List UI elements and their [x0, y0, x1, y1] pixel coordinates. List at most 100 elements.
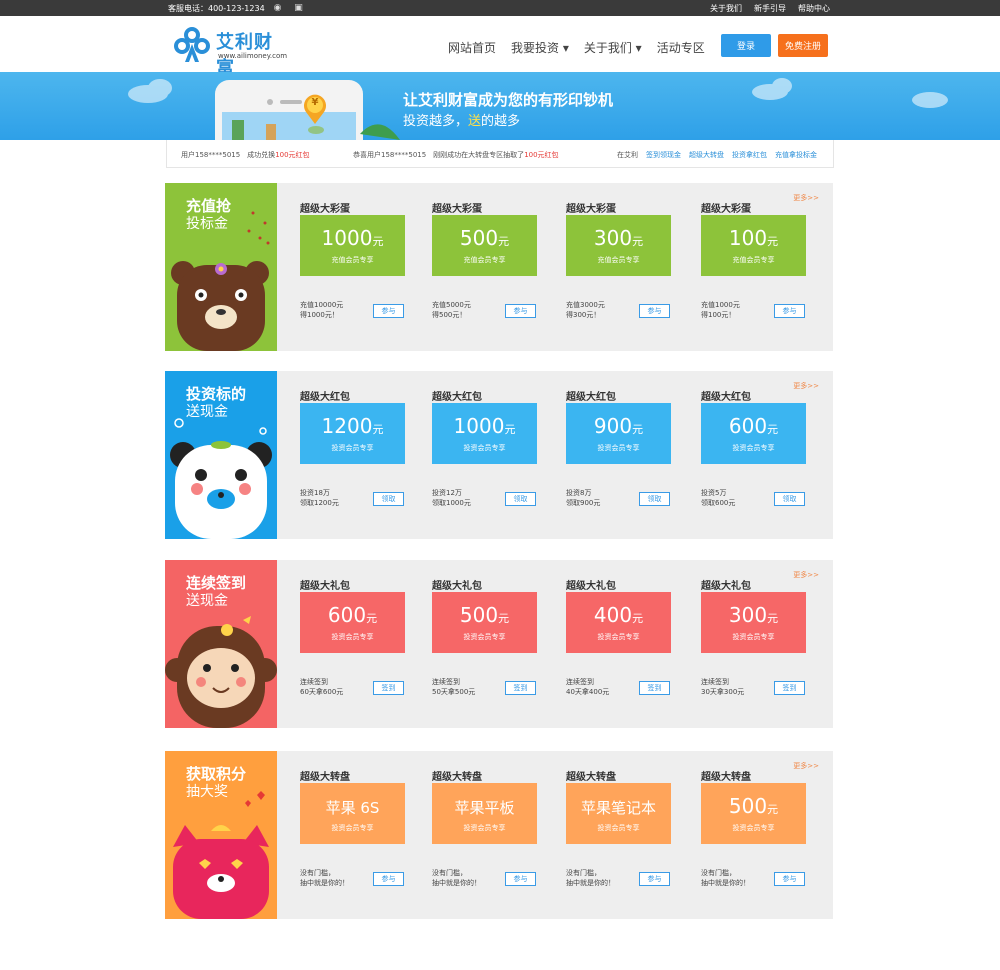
coupon-amount: 300元 [728, 603, 779, 627]
card-title: 超级大礼包 [432, 581, 482, 592]
coupon-amount: 苹果 6S [325, 799, 380, 817]
section-side-panel: 充值抢 投标金 [165, 183, 277, 351]
promo-card: 超级大彩蛋 100元 充值会员专享 充值1000元 得100元！ 参与 [701, 183, 831, 351]
service-phone: 客服电话：400-123-1234 [168, 4, 265, 13]
participate-button[interactable]: 参与 [774, 872, 805, 886]
coupon-subtitle: 投资会员专享 [597, 633, 640, 641]
coupon-subtitle: 投资会员专享 [732, 633, 775, 641]
monkey-mascot-icon [165, 616, 277, 728]
promo-banner[interactable]: ¥ 让艾利财富成为您的有形印钞机 投资越多，送的越多 [0, 72, 1000, 140]
checkin-button[interactable]: 签到 [373, 681, 404, 695]
card-description: 充值10000元 得1000元！ [300, 301, 344, 319]
claim-button[interactable]: 领取 [505, 492, 536, 506]
top-link-about[interactable]: 关于我们 [710, 3, 742, 14]
top-link-help[interactable]: 帮助中心 [798, 3, 830, 14]
card-title: 超级大转盘 [432, 772, 482, 783]
app-icons: ◉ ▣ [272, 2, 325, 13]
coupon-amount: 苹果平板 [454, 799, 515, 817]
card-description: 充值1000元 得100元！ [701, 301, 740, 319]
promo-card: 超级大礼包 400元 投资会员专享 连续签到 40天拿400元 签到 [566, 560, 696, 728]
link-checkin-cash[interactable]: 签到领现金 [646, 150, 681, 160]
promo-card: 超级大彩蛋 1000元 充值会员专享 充值10000元 得1000元！ 参与 [300, 183, 430, 351]
coupon-ticket[interactable]: 1000元 充值会员专享 [300, 215, 405, 276]
logo[interactable]: 艾利财富 www.ailimoney.com [170, 26, 290, 79]
banner-subline: 投资越多，送的越多 [403, 114, 521, 129]
coupon-ticket[interactable]: 1000元 投资会员专享 [432, 403, 537, 464]
coupon-subtitle: 投资会员专享 [463, 444, 506, 452]
coupon-amount: 500元 [459, 603, 510, 627]
participate-button[interactable]: 参与 [505, 872, 536, 886]
coupon-ticket[interactable]: 1200元 投资会员专享 [300, 403, 405, 464]
coupon-ticket[interactable]: 400元 投资会员专享 [566, 592, 671, 653]
coupon-subtitle: 投资会员专享 [331, 824, 374, 832]
promo-card: 超级大礼包 600元 投资会员专享 连续签到 60天拿600元 签到 [300, 560, 430, 728]
coupon-ticket[interactable]: 苹果 6S 投资会员专享 [300, 783, 405, 844]
coupon-ticket[interactable]: 苹果笔记本 投资会员专享 [566, 783, 671, 844]
login-button[interactable]: 登录 [721, 34, 771, 57]
coupon-ticket[interactable]: 600元 投资会员专享 [300, 592, 405, 653]
coupon-amount: 600元 [728, 414, 779, 438]
participate-button[interactable]: 参与 [373, 872, 404, 886]
promo-card: 超级大红包 1200元 投资会员专享 投资18万 领取1200元 领取 [300, 371, 430, 539]
card-description: 没有门槛， 抽中就是你的！ [566, 869, 615, 887]
logo-url: www.ailimoney.com [218, 52, 288, 60]
claim-button[interactable]: 领取 [373, 492, 404, 506]
coupon-ticket[interactable]: 900元 投资会员专享 [566, 403, 671, 464]
card-title: 超级大红包 [300, 392, 350, 403]
checkin-button[interactable]: 签到 [774, 681, 805, 695]
promo-card: 超级大转盘 苹果 6S 投资会员专享 没有门槛， 抽中就是你的！ 参与 [300, 751, 430, 919]
coupon-ticket[interactable]: 苹果平板 投资会员专享 [432, 783, 537, 844]
promo-card: 超级大转盘 500元 投资会员专享 没有门槛， 抽中就是你的！ 参与 [701, 751, 831, 919]
link-invest-redpacket[interactable]: 投资拿红包 [732, 150, 767, 160]
register-button[interactable]: 免费注册 [778, 34, 828, 57]
card-description: 投资18万 领取1200元 [300, 489, 339, 507]
coupon-ticket[interactable]: 500元 投资会员专享 [701, 783, 806, 844]
nav-about[interactable]: 关于我们 ▾ [584, 39, 642, 56]
coupon-amount: 1200元 [321, 414, 384, 438]
link-recharge-bonus[interactable]: 充值拿投标金 [775, 150, 817, 160]
card-description: 投资8万 领取900元 [566, 489, 601, 507]
nav-home[interactable]: 网站首页 [448, 39, 496, 56]
coupon-ticket[interactable]: 500元 投资会员专享 [432, 592, 537, 653]
cat-mascot-icon [173, 791, 269, 919]
android-icon[interactable]: ▣ [293, 2, 304, 13]
panda-mascot-icon [170, 418, 272, 539]
card-title: 超级大礼包 [701, 581, 751, 592]
claim-button[interactable]: 领取 [639, 492, 670, 506]
participate-button[interactable]: 参与 [639, 872, 670, 886]
card-title: 超级大转盘 [300, 772, 350, 783]
main-nav: 网站首页 我要投资 ▾ 关于我们 ▾ 活动专区 [448, 39, 705, 56]
coupon-ticket[interactable]: 300元 投资会员专享 [701, 592, 806, 653]
notice-item-1: 用户158****5015 成功兑换100元红包 [181, 151, 310, 159]
coupon-amount: 300元 [593, 226, 644, 250]
promo-card: 超级大转盘 苹果平板 投资会员专享 没有门槛， 抽中就是你的！ 参与 [432, 751, 562, 919]
card-description: 没有门槛， 抽中就是你的！ [432, 869, 481, 887]
nav-activity[interactable]: 活动专区 [657, 39, 705, 56]
coupon-subtitle: 投资会员专享 [463, 824, 506, 832]
section-checkin: 连续签到 送现金 更多>> 超级大礼包 600元 投资会员专享 连续签到 60天… [165, 560, 833, 728]
weibo-icon[interactable]: ◉ [272, 2, 283, 13]
coupon-amount: 100元 [728, 226, 779, 250]
coupon-ticket[interactable]: 600元 投资会员专享 [701, 403, 806, 464]
top-link-guide[interactable]: 新手引导 [754, 3, 786, 14]
coupon-ticket[interactable]: 100元 充值会员专享 [701, 215, 806, 276]
coupon-subtitle: 投资会员专享 [597, 444, 640, 452]
checkin-button[interactable]: 签到 [505, 681, 536, 695]
link-wheel[interactable]: 超级大转盘 [689, 150, 724, 160]
banner-headline: 让艾利财富成为您的有形印钞机 [403, 91, 614, 109]
claim-button[interactable]: 领取 [774, 492, 805, 506]
participate-button[interactable]: 参与 [639, 304, 670, 318]
participate-button[interactable]: 参与 [774, 304, 805, 318]
apple-icon[interactable] [314, 2, 325, 13]
participate-button[interactable]: 参与 [505, 304, 536, 318]
participate-button[interactable]: 参与 [373, 304, 404, 318]
coupon-ticket[interactable]: 500元 充值会员专享 [432, 215, 537, 276]
card-title: 超级大礼包 [566, 581, 616, 592]
coupon-subtitle: 充值会员专享 [732, 256, 775, 264]
coupon-ticket[interactable]: 300元 充值会员专享 [566, 215, 671, 276]
card-title: 超级大红包 [432, 392, 482, 403]
coupon-subtitle: 充值会员专享 [463, 256, 506, 264]
coupon-amount: 1000元 [453, 414, 516, 438]
nav-invest[interactable]: 我要投资 ▾ [511, 39, 569, 56]
checkin-button[interactable]: 签到 [639, 681, 670, 695]
